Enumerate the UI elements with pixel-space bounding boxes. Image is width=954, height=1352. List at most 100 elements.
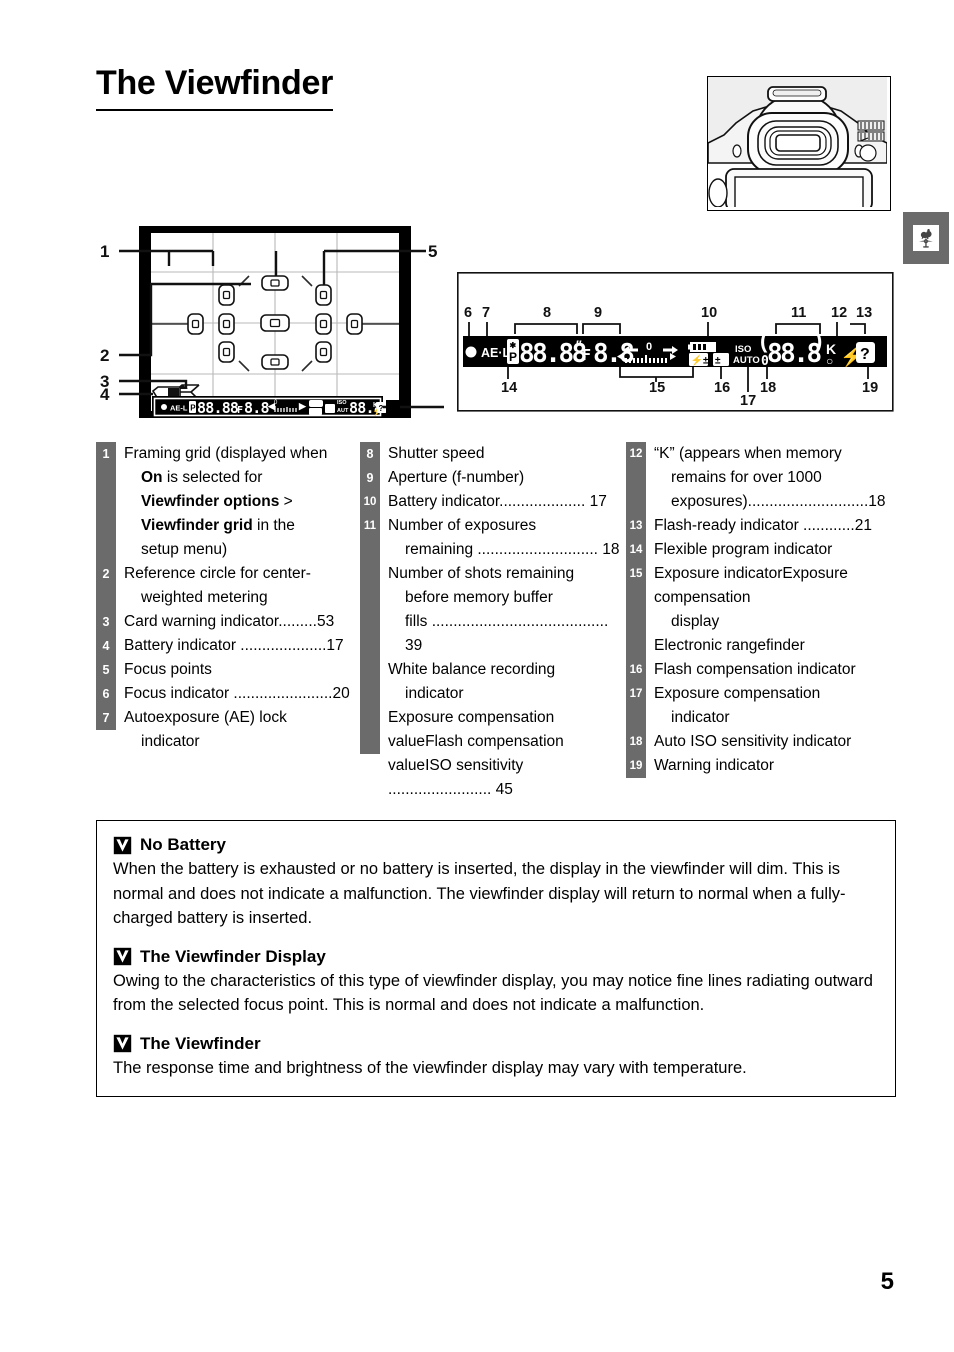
legend-item-text: Aperture (f-number) — [380, 466, 626, 490]
svg-text:▶: ▶ — [298, 401, 307, 411]
legend-item-text: Autoexposure (AE) lock indicator — [116, 706, 360, 754]
legend-number-badge: 11 — [360, 514, 380, 538]
legend-number-badge: 14 — [626, 538, 646, 562]
svg-text:F: F — [237, 405, 243, 416]
legend-item-18: 18 Auto ISO sensitivity indicator — [626, 730, 894, 754]
legend-line: Exposure indicator — [654, 565, 783, 582]
legend-item-text: Exposure indicatorExposure compensation d… — [646, 562, 894, 658]
legend-item-text: Framing grid (displayed when On is select… — [116, 442, 360, 562]
legend-number-badge: 8 — [360, 442, 380, 466]
legend-item-text: Flash compensation indicator — [646, 658, 894, 682]
legend-line: Focus points — [124, 661, 212, 678]
note-body: The response time and brightness of the … — [113, 1058, 747, 1077]
legend-number-badge: 6 — [96, 682, 116, 706]
svg-text:AE·L: AE·L — [481, 346, 511, 360]
legend-line: Aperture (f-number) — [388, 469, 525, 486]
note-heading: The Viewfinder — [113, 1034, 879, 1054]
legend-line: Viewfinder options > — [141, 493, 293, 510]
legend-item-17: 17 Exposure compensation indicator — [626, 682, 894, 730]
detail-label-13: 13 — [856, 305, 872, 321]
svg-text:0: 0 — [646, 341, 652, 353]
viewfinder-display-detail: 6 7 8 9 10 11 12 13 14 15 16 17 18 19 AE… — [457, 272, 894, 412]
legend-number-badge: 5 — [96, 658, 116, 682]
svg-text:AUT: AUT — [337, 408, 349, 414]
svg-text:8.8: 8.8 — [593, 339, 634, 369]
legend-item-3: 3 Card warning indicator.........53 — [96, 610, 360, 634]
legend-number-badge: 12 — [626, 442, 646, 466]
note-marker-icon — [113, 1034, 132, 1053]
svg-text:F: F — [582, 346, 591, 364]
legend-number-badge: 19 — [626, 754, 646, 778]
legend-item-text: Warning indicator — [646, 754, 894, 778]
legend-number-badge: 15 — [626, 562, 646, 586]
note-marker-icon — [113, 836, 132, 855]
legend-item-16: 16 Flash compensation indicator — [626, 658, 894, 682]
detail-label-16: 16 — [714, 380, 730, 396]
svg-text:88.88: 88.88 — [197, 399, 239, 417]
legend-column-3: 12 “K” (appears when memory remains for ov… — [626, 442, 894, 802]
detail-label-11: 11 — [791, 305, 806, 321]
svg-text:P: P — [509, 350, 517, 364]
svg-text:±: ± — [715, 356, 721, 367]
legend-item-text: Focus points — [116, 658, 360, 682]
svg-text:○: ○ — [826, 354, 833, 368]
callout-4: 4 — [100, 385, 110, 404]
legend-number-badge: 16 — [626, 658, 646, 682]
svg-text:0: 0 — [761, 354, 769, 369]
legend-number-badge: 7 — [96, 706, 116, 730]
legend-number-badge: 4 — [96, 634, 116, 658]
page-number: 5 — [880, 1268, 894, 1295]
legend-item-text: Battery indicator.................... 17 — [380, 490, 626, 514]
legend-number-badge: 18 — [626, 730, 646, 754]
detail-label-8: 8 — [543, 305, 551, 321]
svg-text:): ) — [815, 328, 822, 353]
detail-label-17: 17 — [740, 393, 756, 409]
legend-line: Number of exposures — [388, 517, 537, 534]
legend-line: fills ..................................… — [405, 613, 609, 654]
legend-line: Shutter speed — [388, 445, 485, 462]
svg-text:8.8: 8.8 — [244, 399, 269, 417]
legend-number-badge: 3 — [96, 610, 116, 634]
legend-line: Flash-ready indicator ............21 — [654, 517, 872, 534]
legend-line: remaining ............................ 1… — [405, 541, 620, 558]
legend-line: Exposure compensation — [654, 685, 821, 702]
legend-number-badge: 10 — [360, 490, 380, 514]
legend-item-text: Exposure compensation indicator — [646, 682, 894, 730]
legend-item-5: 5 Focus points — [96, 658, 360, 682]
svg-text:✱: ✱ — [510, 341, 517, 350]
legend-line: Flash compensation indicator — [654, 661, 856, 678]
legend-number-badge: 1 — [96, 442, 116, 466]
legend-item-text: Reference circle for center-weighted met… — [116, 562, 360, 610]
legend-item-text: Number of exposures remaining ...........… — [380, 514, 626, 802]
svg-text:AUTO: AUTO — [733, 355, 760, 366]
detail-label-10: 10 — [701, 305, 717, 321]
legend-item-text: Flexible program indicator — [646, 538, 894, 562]
camera-viewfinder-photo — [707, 76, 891, 211]
legend-line: weighted metering — [141, 589, 268, 606]
legend-line: remains for over 1000 — [671, 469, 822, 486]
note-heading: No Battery — [113, 835, 879, 855]
weathervane-rooster-icon — [913, 225, 939, 251]
legend-number-badge: 13 — [626, 514, 646, 538]
legend-line: before memory buffer — [405, 589, 553, 606]
note-heading-text: No Battery — [140, 835, 226, 854]
detail-label-18: 18 — [760, 380, 776, 396]
legend-line: Reference circle for center- — [124, 565, 311, 582]
legend-item-text: Focus indicator .......................2… — [116, 682, 360, 706]
svg-text:⚡±: ⚡± — [691, 354, 709, 367]
detail-label-12: 12 — [831, 305, 847, 321]
page-title: The Viewfinder — [96, 64, 333, 111]
legend-item-8: 8 Shutter speed — [360, 442, 626, 466]
note-body: Owing to the characteristics of this typ… — [113, 971, 873, 1015]
note-heading: The Viewfinder Display — [113, 947, 879, 967]
detail-label-14: 14 — [501, 380, 517, 396]
legend-line: Card warning indicator.........53 — [124, 613, 335, 630]
legend-item-text: “K” (appears when memory remains for over… — [646, 442, 894, 514]
legend-line: Flexible program indicator — [654, 541, 833, 558]
legend-column-1: 1 Framing grid (displayed when On is selec… — [96, 442, 360, 802]
legend-item-text: Shutter speed — [380, 442, 626, 466]
svg-text:?: ? — [379, 404, 384, 413]
legend-line: Number of shots remaining — [388, 565, 575, 582]
chapter-tab — [903, 212, 949, 264]
legend-line: Focus indicator .......................2… — [124, 685, 350, 702]
